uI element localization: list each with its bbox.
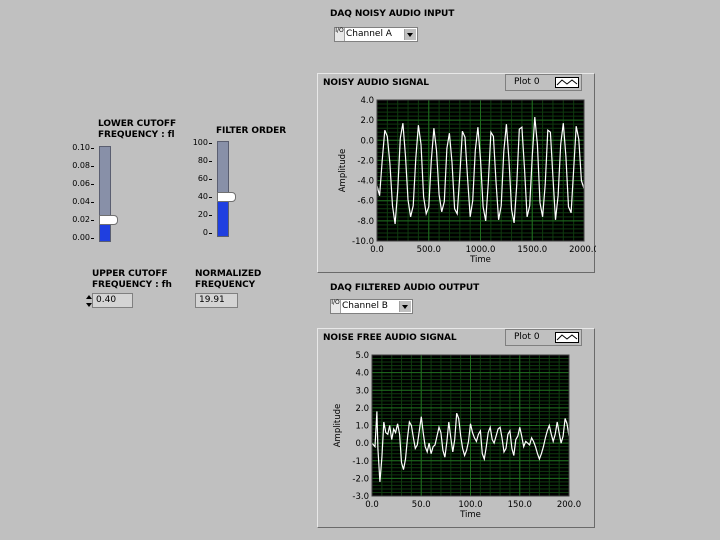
normalized-label-line1: NORMALIZED xyxy=(195,269,262,279)
fo-tick-mark xyxy=(209,179,212,180)
lc-tick-label: 0.04 xyxy=(72,197,90,206)
lc-tick-label: 0.10 xyxy=(72,143,90,152)
filter-order-label: FILTER ORDER xyxy=(216,126,287,136)
x-tick-label: 1500.0 xyxy=(517,245,547,255)
y-tick-label: 4.0 xyxy=(360,96,374,106)
fo-tick-label: 40 xyxy=(197,192,208,201)
filter-order-fill xyxy=(218,196,228,236)
io-radix-icon: I/O xyxy=(335,28,345,41)
daq-output-channel-select[interactable]: I/O Channel B xyxy=(330,299,413,314)
lc-tick-mark xyxy=(91,220,94,221)
labview-front-panel: { "daq_input": {"label":"DAQ NOISY AUDIO… xyxy=(0,0,720,540)
daq-output-channel-value: Channel B xyxy=(342,301,388,311)
lc-tick-mark xyxy=(91,148,94,149)
lc-tick-label: 0.00 xyxy=(72,233,90,242)
y-tick-label: -8.0 xyxy=(357,217,374,227)
y-tick-label: -3.0 xyxy=(352,492,369,502)
lc-tick-mark xyxy=(91,184,94,185)
lower-cutoff-label-line1: LOWER CUTOFF xyxy=(98,119,177,129)
upper-cutoff-label: UPPER CUTOFF FREQUENCY : fh xyxy=(92,269,172,291)
y-axis-label: Amplitude xyxy=(333,404,343,448)
y-tick-label: 2.0 xyxy=(355,404,369,414)
noisy-audio-graph: NOISY AUDIO SIGNAL Plot 0 0.0 500.0 1000.0… xyxy=(317,73,596,274)
x-tick-label: 200.0 xyxy=(557,500,581,510)
fo-tick-label: 20 xyxy=(197,210,208,219)
daq-output-label: DAQ FILTERED AUDIO OUTPUT xyxy=(330,283,480,293)
y-tick-label: -1.0 xyxy=(352,457,369,467)
lc-tick-mark xyxy=(91,238,94,239)
upper-cutoff-label-line2: FREQUENCY : fh xyxy=(92,280,172,290)
y-tick-label: 0.0 xyxy=(360,136,374,146)
y-tick-label: -10.0 xyxy=(352,237,374,247)
fo-tick-mark xyxy=(209,161,212,162)
lc-tick-label: 0.08 xyxy=(72,161,90,170)
io-radix-icon: I/O xyxy=(331,300,341,313)
y-tick-label: -2.0 xyxy=(352,474,369,484)
fo-tick-mark xyxy=(209,143,212,144)
x-axis-label: Time xyxy=(469,255,491,265)
lower-cutoff-thumb[interactable] xyxy=(99,215,118,225)
upper-cutoff-label-line1: UPPER CUTOFF xyxy=(92,269,168,279)
y-tick-label: 1.0 xyxy=(355,422,369,432)
y-tick-label: -6.0 xyxy=(357,197,374,207)
chevron-down-icon[interactable] xyxy=(404,29,416,40)
y-axis-label: Amplitude xyxy=(338,149,348,193)
x-tick-label: 50.0 xyxy=(412,500,431,510)
y-tick-label: 3.0 xyxy=(355,386,369,396)
chevron-down-icon[interactable] xyxy=(399,301,411,312)
lc-tick-mark xyxy=(91,202,94,203)
upper-cutoff-input[interactable]: 0.40 xyxy=(92,293,133,308)
fo-tick-mark xyxy=(209,233,212,234)
lc-tick-label: 0.06 xyxy=(72,179,90,188)
x-tick-label: 1000.0 xyxy=(466,245,496,255)
fo-tick-mark xyxy=(209,215,212,216)
daq-input-label: DAQ NOISY AUDIO INPUT xyxy=(330,9,455,19)
daq-input-channel-select[interactable]: I/O Channel A xyxy=(334,27,418,42)
x-tick-label: 150.0 xyxy=(508,500,532,510)
x-tick-label: 2000.0 xyxy=(569,245,596,255)
lower-cutoff-label-line2: FREQUENCY : fl xyxy=(98,130,175,140)
filter-order-thumb[interactable] xyxy=(217,192,236,202)
y-tick-label: -4.0 xyxy=(357,177,374,187)
y-tick-label: 2.0 xyxy=(360,116,374,126)
x-axis-label: Time xyxy=(459,510,481,520)
y-tick-label: 0.0 xyxy=(355,439,369,449)
normalized-frequency-label: NORMALIZED FREQUENCY xyxy=(195,269,261,291)
normalized-label-line2: FREQUENCY xyxy=(195,280,256,290)
lower-cutoff-track xyxy=(99,146,111,242)
clean-plot-area[interactable]: 0.0 50.0 100.0 150.0 200.05.04.03.02.01.00.0… xyxy=(318,329,596,529)
fo-tick-label: 100 xyxy=(192,138,208,147)
fo-tick-label: 80 xyxy=(197,156,208,165)
lc-tick-label: 0.02 xyxy=(72,215,90,224)
x-tick-label: 100.0 xyxy=(458,500,482,510)
lower-cutoff-slider[interactable]: 0.10 0.08 0.06 0.04 0.02 0.00 xyxy=(66,143,126,246)
clean-audio-graph: NOISE FREE AUDIO SIGNAL Plot 0 0.0 50.0 10… xyxy=(317,328,595,528)
fo-tick-mark xyxy=(209,197,212,198)
y-tick-label: 4.0 xyxy=(355,369,369,379)
lower-cutoff-scale: 0.10 0.08 0.06 0.04 0.02 0.00 xyxy=(66,143,94,242)
fo-tick-label: 0 xyxy=(202,228,208,237)
lower-cutoff-label: LOWER CUTOFF FREQUENCY : fl xyxy=(98,119,176,141)
lc-tick-mark xyxy=(91,166,94,167)
daq-input-channel-value: Channel A xyxy=(346,29,392,39)
y-tick-label: -2.0 xyxy=(357,156,374,166)
normalized-frequency-indicator: 19.91 xyxy=(195,293,238,308)
filter-order-slider[interactable]: 100 80 60 40 20 0 xyxy=(190,138,250,239)
x-tick-label: 500.0 xyxy=(417,245,441,255)
noisy-plot-area[interactable]: 0.0 500.0 1000.0 1500.0 2000.04.02.00.0-2.0-… xyxy=(318,74,596,274)
fo-tick-label: 60 xyxy=(197,174,208,183)
y-tick-label: 5.0 xyxy=(355,351,369,361)
filter-order-scale: 100 80 60 40 20 0 xyxy=(190,138,212,237)
filter-order-track xyxy=(217,141,229,237)
